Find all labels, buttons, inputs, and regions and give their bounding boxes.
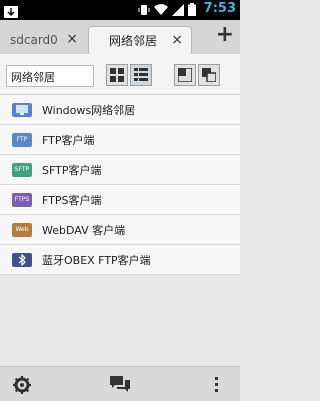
- webdav-folder-icon: Web: [12, 222, 32, 237]
- status-bar: 7:53: [0, 0, 240, 20]
- single-window-icon: [178, 68, 192, 82]
- ftp-folder-icon: FTP: [12, 132, 32, 147]
- signal-icon: [172, 1, 184, 20]
- grid-view-button[interactable]: [106, 64, 128, 86]
- ftps-folder-icon: FTPS: [12, 192, 32, 207]
- list-item-label: 蓝牙OBEX FTP客户端: [42, 253, 151, 267]
- windows-network-icon: [12, 102, 32, 117]
- overflow-menu-icon[interactable]: [214, 376, 220, 398]
- tab-label: sdcard0: [10, 33, 58, 47]
- list-item-label: FTPS客户端: [42, 193, 102, 207]
- clock: 7:53: [203, 1, 236, 16]
- bottom-bar: [0, 366, 240, 401]
- list-item-webdav[interactable]: Web WebDAV 客户端: [0, 215, 240, 245]
- sftp-folder-icon: SFTP: [12, 162, 32, 177]
- dual-pane-button[interactable]: [198, 64, 220, 86]
- list-view-button[interactable]: [130, 64, 152, 86]
- download-icon: [4, 3, 18, 18]
- settings-gear-icon[interactable]: [12, 375, 32, 399]
- add-tab-button[interactable]: +: [216, 24, 234, 46]
- close-icon[interactable]: ×: [66, 31, 78, 47]
- status-icons: [138, 1, 196, 20]
- grid-icon: [110, 68, 124, 82]
- bluetooth-icon: [12, 252, 32, 267]
- list-item-label: FTP客户端: [42, 133, 95, 147]
- list-item-ftps[interactable]: FTPS FTPS客户端: [0, 185, 240, 215]
- list-icon: [134, 68, 148, 81]
- window-mode-group: [174, 64, 220, 88]
- dual-window-icon: [202, 68, 216, 82]
- list-item-ftp[interactable]: FTP FTP客户端: [0, 125, 240, 155]
- single-pane-button[interactable]: [174, 64, 196, 86]
- close-icon[interactable]: ×: [171, 32, 183, 48]
- list-item-bluetooth-obex[interactable]: 蓝牙OBEX FTP客户端: [0, 245, 240, 275]
- tab-bar: sdcard0 × 网络邻居 ×: [0, 20, 240, 55]
- network-list: Windows网络邻居 FTP FTP客户端 SFTP SFTP客户端 FTPS…: [0, 95, 240, 275]
- view-mode-group: [106, 64, 152, 88]
- vibrate-icon: [138, 1, 150, 20]
- list-item-windows-network[interactable]: Windows网络邻居: [0, 95, 240, 125]
- battery-icon: [188, 1, 196, 20]
- tab-sdcard0[interactable]: sdcard0 ×: [0, 26, 86, 54]
- tab-label: 网络邻居: [109, 34, 158, 48]
- tab-network-neighborhood[interactable]: 网络邻居 ×: [88, 26, 192, 54]
- chat-icon[interactable]: [110, 375, 130, 397]
- wifi-icon: [154, 1, 168, 20]
- list-item-sftp[interactable]: SFTP SFTP客户端: [0, 155, 240, 185]
- list-item-label: SFTP客户端: [42, 163, 102, 177]
- list-item-label: Windows网络邻居: [42, 103, 136, 117]
- list-item-label: WebDAV 客户端: [42, 223, 126, 237]
- path-field[interactable]: 网络邻居: [6, 65, 94, 87]
- toolbar: 网络邻居: [0, 54, 240, 95]
